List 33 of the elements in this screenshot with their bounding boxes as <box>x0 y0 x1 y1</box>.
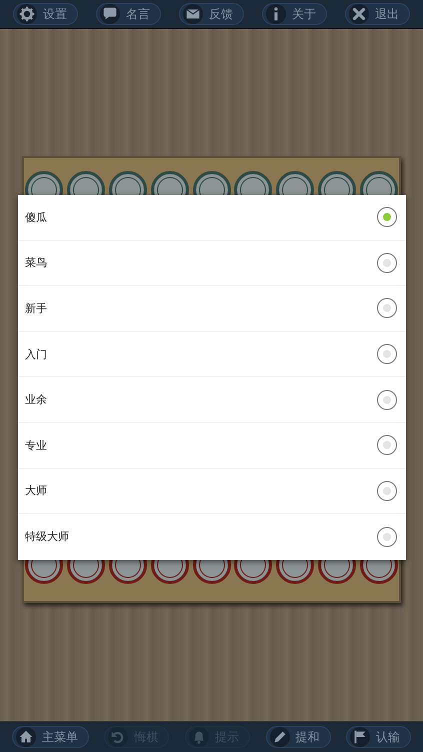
level-option[interactable]: 傻瓜 <box>25 210 47 225</box>
radio-button[interactable] <box>377 252 397 273</box>
level-option[interactable]: 大师 <box>25 483 47 498</box>
radio-button[interactable] <box>377 298 397 318</box>
level-option[interactable]: 特级大师 <box>25 529 69 544</box>
radio-button[interactable] <box>377 480 397 501</box>
speech-bubble-icon <box>100 4 120 24</box>
gear-icon <box>17 4 37 24</box>
radio-button[interactable] <box>377 526 397 547</box>
toolbar-button[interactable]: 关于 <box>262 3 327 25</box>
bell-icon <box>188 727 209 747</box>
home-icon <box>16 727 36 747</box>
pencil-icon <box>270 727 290 747</box>
toolbar-button[interactable]: 退出 <box>345 3 410 25</box>
toolbar-button[interactable]: 提和 <box>266 726 331 748</box>
flag-icon <box>350 727 370 747</box>
radio-button[interactable] <box>377 390 397 410</box>
toolbar-button[interactable]: 主菜单 <box>12 726 89 748</box>
info-icon <box>266 4 286 24</box>
level-option[interactable]: 入门 <box>25 346 47 362</box>
level-option[interactable]: 菜鸟 <box>25 255 47 270</box>
level-option[interactable]: 新手 <box>25 300 47 316</box>
close-icon <box>349 4 369 24</box>
toolbar-button[interactable]: 名言 <box>96 3 161 25</box>
radio-button[interactable] <box>377 344 397 364</box>
radio-button[interactable] <box>377 435 397 456</box>
toolbar-button[interactable]: 反馈 <box>179 3 244 25</box>
toolbar-button[interactable]: 认输 <box>346 726 412 748</box>
level-option[interactable]: 业余 <box>25 392 47 408</box>
toolbar-button[interactable]: 设置 <box>13 3 78 25</box>
envelope-icon <box>183 4 203 24</box>
radio-button[interactable] <box>377 207 397 228</box>
level-option[interactable]: 专业 <box>25 438 47 453</box>
